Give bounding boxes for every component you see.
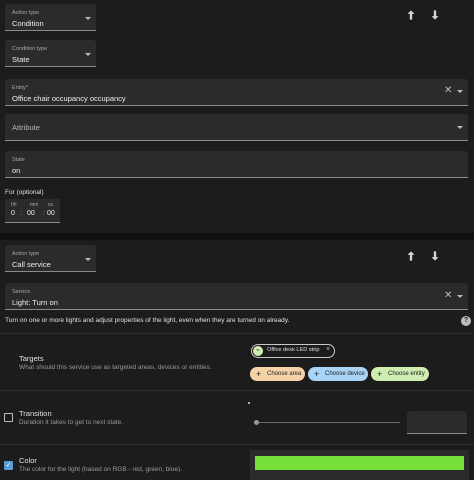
plus-icon: + — [314, 369, 320, 379]
selected-entity-chip[interactable]: ≈ Office desk LED strip × — [251, 344, 335, 358]
move-up-button[interactable] — [404, 249, 418, 263]
check-icon: ✓ — [5, 462, 12, 469]
action-type-label: Action type — [12, 10, 40, 16]
color-subtitle: The color for the light (based on RGB - … — [19, 466, 182, 473]
action-type-select[interactable]: Action type Call service — [5, 245, 96, 272]
condition-type-value: State — [12, 55, 30, 64]
move-down-button[interactable] — [428, 249, 442, 263]
color-picker[interactable] — [250, 450, 469, 480]
close-icon[interactable]: ✕ — [444, 291, 452, 301]
entity-label: Entity* — [12, 85, 28, 91]
choose-entity-label: Choose entity — [388, 371, 425, 377]
minutes-label: mm — [30, 202, 39, 208]
choose-device-button[interactable]: + Choose device — [308, 367, 368, 381]
arrow-down-icon — [431, 10, 439, 20]
chevron-down-icon[interactable] — [457, 90, 463, 93]
service-label: Service — [12, 289, 31, 295]
choose-device-label: Choose device — [325, 371, 365, 377]
divider — [0, 444, 474, 445]
action-type-label: Action type — [12, 251, 40, 257]
attribute-placeholder: Attribute — [12, 123, 40, 132]
choose-area-label: Choose area — [267, 371, 302, 377]
light-strip-icon: ≈ — [253, 346, 263, 356]
close-icon[interactable]: ✕ — [444, 86, 452, 96]
transition-subtitle: Duration it takes to get to next state. — [19, 419, 124, 426]
transition-value-input[interactable] — [407, 411, 467, 434]
service-picker[interactable]: Service Light: Turn on ✕ — [5, 283, 468, 310]
seconds-field[interactable]: 00 — [47, 210, 55, 217]
seconds-label: ss — [48, 202, 53, 208]
hours-field[interactable]: 0 — [11, 210, 15, 217]
color-title: Color — [19, 456, 37, 465]
chevron-down-icon — [85, 17, 91, 20]
duration-separator: : — [43, 210, 45, 217]
chevron-down-icon[interactable] — [457, 295, 463, 298]
state-value: on — [12, 166, 21, 175]
state-input[interactable]: State on — [5, 151, 468, 178]
move-up-button[interactable] — [404, 8, 418, 22]
divider — [0, 390, 474, 391]
action-type-select[interactable]: Action type Condition — [5, 4, 96, 31]
condition-type-label: Condition type — [12, 46, 48, 52]
chevron-down-icon — [85, 258, 91, 261]
duration-input[interactable]: hh mm ss 0 : 00 : 00 — [5, 199, 60, 223]
color-checkbox[interactable]: ✓ — [4, 461, 13, 470]
plus-icon: + — [256, 369, 262, 379]
arrow-down-icon — [431, 251, 439, 261]
move-down-button[interactable] — [428, 8, 442, 22]
service-description: Turn on one or more lights and adjust pr… — [5, 317, 290, 324]
condition-type-select[interactable]: Condition type State — [5, 40, 96, 67]
targets-subtitle: What should this service use as targeted… — [19, 364, 212, 371]
service-value: Light: Turn on — [12, 298, 58, 307]
selected-entity-label: Office desk LED strip — [267, 347, 320, 353]
transition-slider[interactable] — [256, 422, 400, 423]
chevron-down-icon — [85, 53, 91, 56]
condition-action-card: Action type Condition Condition type Sta… — [0, 0, 474, 233]
slider-handle[interactable] — [254, 420, 259, 425]
choose-entity-button[interactable]: + Choose entity — [371, 367, 429, 381]
close-icon[interactable]: × — [326, 346, 330, 353]
transition-title: Transition — [19, 409, 52, 418]
color-swatch[interactable] — [255, 456, 464, 470]
slider-value-marker — [248, 402, 250, 404]
hours-label: hh — [11, 202, 17, 208]
action-type-value: Call service — [12, 260, 51, 269]
entity-picker[interactable]: Entity* Office chair occupancy occupancy… — [5, 79, 468, 106]
arrow-up-icon — [407, 10, 415, 20]
attribute-select[interactable]: Attribute — [5, 114, 468, 141]
service-action-card: Action type Call service Service Light: … — [0, 240, 474, 480]
plus-icon: + — [377, 369, 383, 379]
action-type-value: Condition — [12, 19, 44, 28]
help-icon[interactable]: ? — [461, 316, 471, 326]
targets-title: Targets — [19, 354, 44, 363]
for-label: For (optional) — [5, 189, 44, 196]
duration-separator: : — [20, 210, 22, 217]
arrow-up-icon — [407, 251, 415, 261]
minutes-field[interactable]: 00 — [27, 210, 35, 217]
entity-value: Office chair occupancy occupancy — [12, 94, 126, 103]
divider — [0, 333, 474, 334]
chevron-down-icon — [457, 126, 463, 129]
state-label: State — [12, 157, 25, 163]
choose-area-button[interactable]: + Choose area — [250, 367, 305, 381]
transition-checkbox[interactable] — [4, 413, 13, 422]
